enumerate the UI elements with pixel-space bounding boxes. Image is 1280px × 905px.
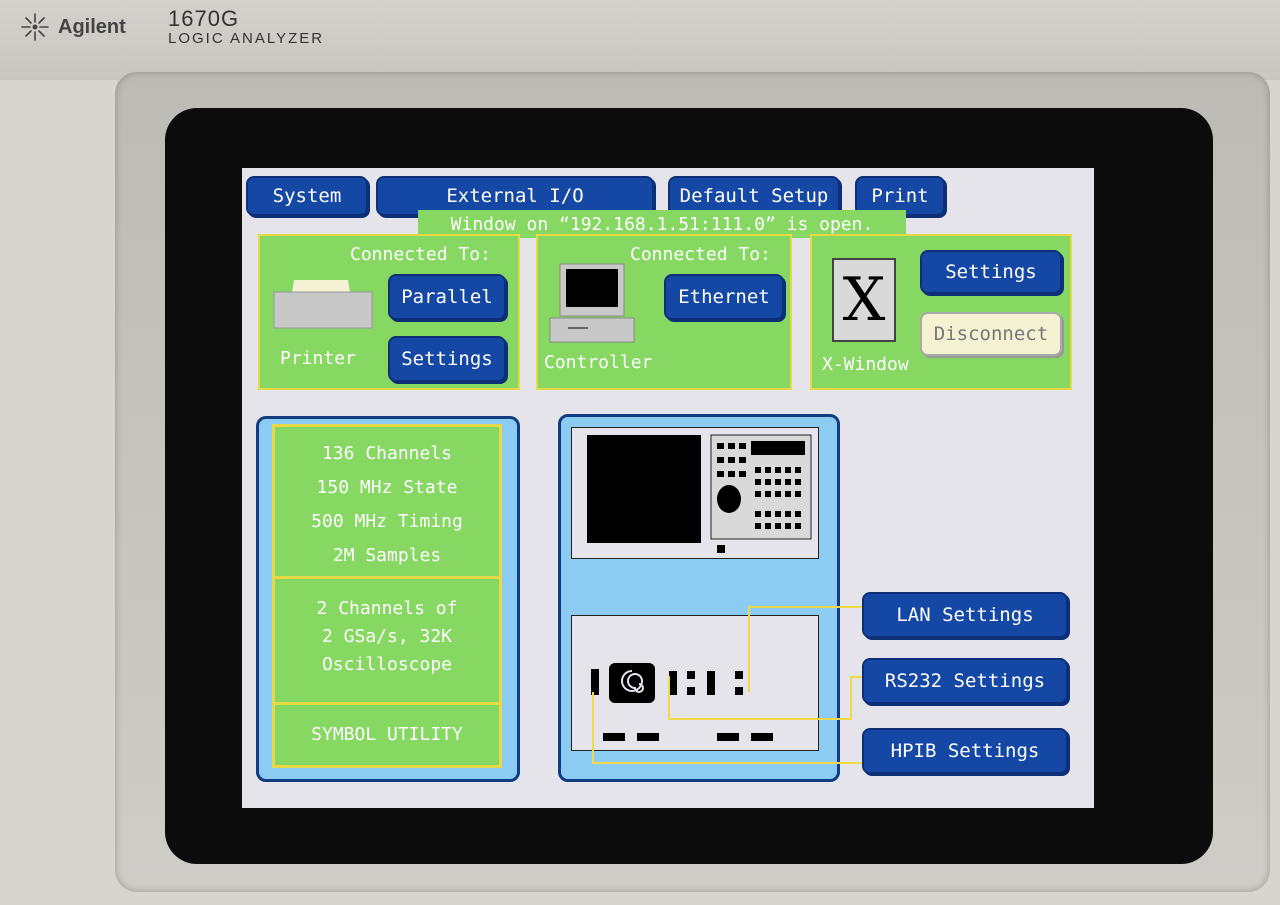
lan-wire-h [748, 606, 862, 608]
controller-label: Controller [544, 352, 653, 373]
screen: System External I/O Default Setup Print … [242, 168, 1094, 808]
instrument-front-icon [571, 427, 819, 559]
scope-line-3: Oscilloscope [321, 654, 453, 675]
rs232-wire-v [850, 676, 852, 720]
scope-line-1: 2 Channels of [316, 598, 458, 619]
rs232-settings-button[interactable]: RS232 Settings [862, 658, 1068, 704]
lan-wire [748, 606, 750, 692]
instrument-diagram [558, 414, 840, 782]
rs232-wire-left [668, 676, 670, 720]
model-label: 1670G LOGIC ANALYZER [168, 6, 324, 47]
brand-name: Agilent [58, 15, 126, 38]
computer-icon [549, 263, 635, 343]
hpib-wire-v [592, 692, 594, 764]
controller-connected-label: Connected To: [630, 244, 771, 265]
printer-settings-button[interactable]: Settings [388, 336, 506, 382]
rs232-wire-h [668, 718, 852, 720]
spec-channels: 136 Channels [321, 443, 453, 464]
system-menu-button[interactable]: System [246, 176, 368, 216]
symbol-utility-label: SYMBOL UTILITY [311, 724, 463, 745]
hpib-wire-h [592, 762, 862, 764]
model-subtitle: LOGIC ANALYZER [168, 30, 325, 47]
model-number: 1670G [168, 6, 240, 31]
ethernet-button[interactable]: Ethernet [664, 274, 784, 320]
x-logo-icon: X [832, 258, 896, 342]
scope-specs: 2 Channels of 2 GSa/s, 32K Oscilloscope [272, 576, 502, 706]
parallel-button[interactable]: Parallel [388, 274, 506, 320]
brand-area: Agilent [20, 12, 126, 42]
spec-samples: 2M Samples [332, 545, 442, 566]
printer-connected-label: Connected To: [350, 244, 491, 265]
lan-settings-button[interactable]: LAN Settings [862, 592, 1068, 638]
xwindow-panel: X Settings Disconnect X-Window [810, 234, 1072, 390]
printer-panel: Connected To: Parallel Printer Settings [258, 234, 520, 390]
instrument-rear-panel-icon [571, 615, 819, 751]
xwindow-settings-button[interactable]: Settings [920, 250, 1062, 294]
xwindow-label: X-Window [822, 354, 909, 375]
spec-timing: 500 MHz Timing [311, 511, 463, 532]
disconnect-button[interactable]: Disconnect [920, 312, 1062, 356]
printer-label: Printer [280, 348, 356, 369]
scope-line-2: 2 GSa/s, 32K [321, 626, 453, 647]
analyzer-specs: 136 Channels 150 MHz State 500 MHz Timin… [272, 424, 502, 580]
symbol-utility-box[interactable]: SYMBOL UTILITY [272, 702, 502, 768]
spec-state: 150 MHz State [316, 477, 458, 498]
hpib-settings-button[interactable]: HPIB Settings [862, 728, 1068, 774]
controller-panel: Connected To: Ethernet Controller [536, 234, 792, 390]
agilent-spark-icon [21, 13, 49, 41]
printer-icon [273, 280, 373, 329]
